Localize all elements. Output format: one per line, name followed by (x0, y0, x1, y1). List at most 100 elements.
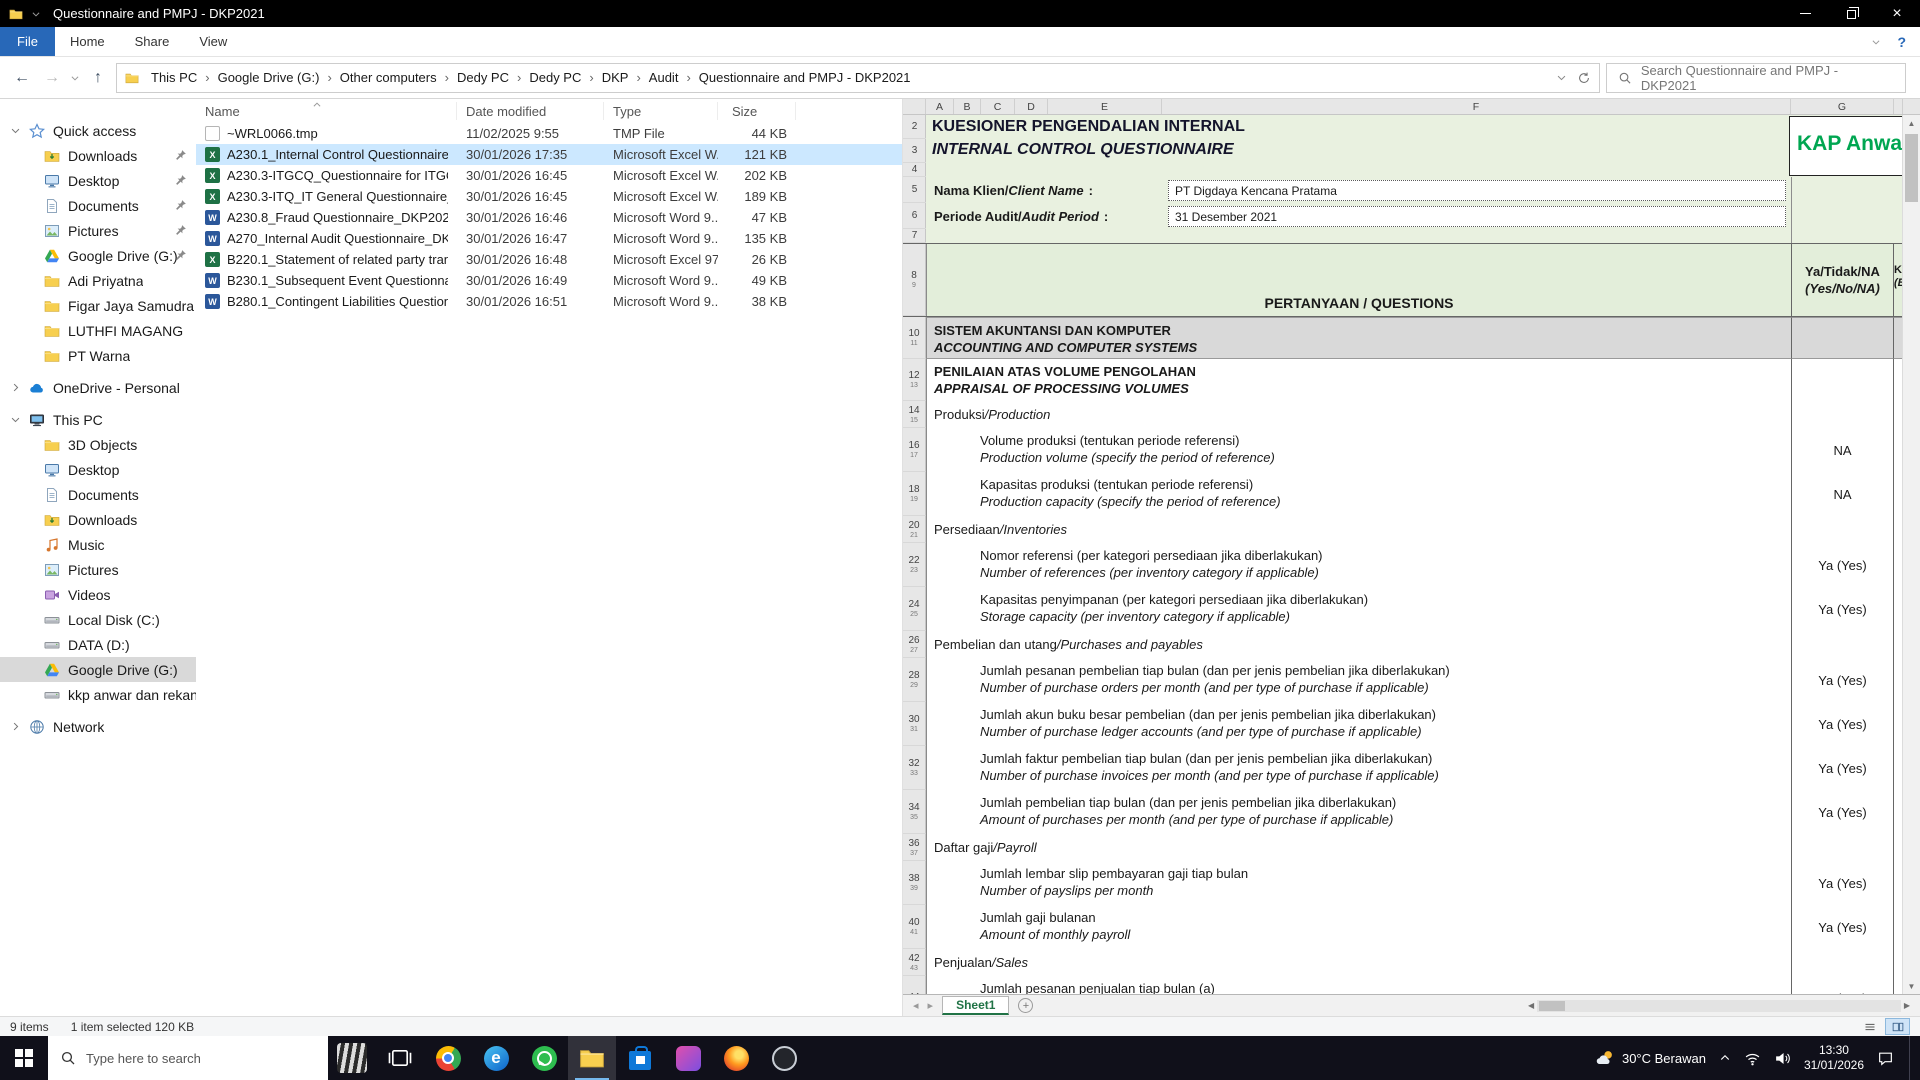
whatsapp-taskbar-button[interactable] (520, 1036, 568, 1080)
recent-locations-chevron-icon[interactable] (70, 73, 80, 83)
file-row-b230-1-subsequent-event-questionnaire[interactable]: B230.1_Subsequent Event Questionnaire_..… (196, 270, 902, 291)
sidebar-item-desktop[interactable]: Desktop (0, 168, 196, 193)
edge-taskbar-button[interactable] (472, 1036, 520, 1080)
preview-vertical-scrollbar[interactable]: ▲ ▼ (1902, 115, 1920, 994)
file-menu-button[interactable]: File (0, 27, 55, 56)
preview-view-button[interactable] (1885, 1018, 1910, 1035)
sheet-tab[interactable]: Sheet1 (942, 996, 1009, 1015)
file-row-b280-1-contingent-liabilities-questionn[interactable]: B280.1_Contingent Liabilities Questionn.… (196, 291, 902, 312)
scroll-up-arrow[interactable]: ▲ (1903, 115, 1920, 131)
ribbon-tab-home[interactable]: Home (55, 27, 120, 56)
sidebar-item-downloads[interactable]: Downloads (0, 507, 196, 532)
action-center-icon[interactable] (1877, 1050, 1894, 1067)
address-dropdown-chevron-icon[interactable] (1556, 72, 1567, 83)
scroll-left-arrow[interactable]: ◀ (1528, 1001, 1534, 1010)
quick-access-toolbar-chevron-icon[interactable] (31, 9, 41, 19)
firefox-taskbar-button[interactable] (712, 1036, 760, 1080)
taskbar-search[interactable]: Type here to search (48, 1036, 328, 1080)
sidebar-item-pt-warna[interactable]: PT Warna (0, 343, 196, 368)
sidebar-item-downloads[interactable]: Downloads (0, 143, 196, 168)
sidebar-item-music[interactable]: Music (0, 532, 196, 557)
horizontal-scroll-thumb[interactable] (1539, 1001, 1565, 1011)
ribbon-tab-view[interactable]: View (184, 27, 242, 56)
sidebar-item-figar-jaya-samudra[interactable]: Figar Jaya Samudra (0, 293, 196, 318)
minimize-button[interactable] (1782, 0, 1828, 27)
details-view-button[interactable] (1857, 1018, 1882, 1035)
forward-button[interactable]: → (40, 69, 64, 87)
restore-button[interactable] (1828, 0, 1874, 27)
column-header-name[interactable]: Name (196, 102, 457, 120)
volume-icon[interactable] (1774, 1050, 1791, 1067)
zebra-thumbnail-taskbar-button[interactable] (328, 1036, 376, 1080)
sidebar-item-luthfi-magang[interactable]: LUTHFI MAGANG (0, 318, 196, 343)
help-button[interactable]: ? (1897, 34, 1906, 50)
network-icon[interactable] (1744, 1050, 1761, 1067)
breadcrumb-item-dkp[interactable]: DKP (597, 70, 634, 85)
sidebar-item-pictures[interactable]: Pictures (0, 557, 196, 582)
file-row-a230-1-internal-control-questionnaire-d[interactable]: A230.1_Internal Control Questionnaire_D.… (196, 144, 902, 165)
breadcrumb-item-questionnaire-and-pmpj-dkp2021[interactable]: Questionnaire and PMPJ - DKP2021 (694, 70, 916, 85)
add-sheet-button[interactable]: + (1018, 998, 1033, 1013)
sidebar-item-videos[interactable]: Videos (0, 582, 196, 607)
scroll-right-arrow[interactable]: ▶ (1904, 1001, 1910, 1010)
file-row-wrl0066-tmp[interactable]: ~WRL0066.tmp11/02/2025 9:55TMP File44 KB (196, 123, 902, 144)
breadcrumb-item-other-computers[interactable]: Other computers (335, 70, 442, 85)
sidebar-section-network[interactable]: Network (0, 714, 196, 739)
microsoft-store-taskbar-button[interactable] (616, 1036, 664, 1080)
breadcrumb-item-dedy-pc[interactable]: Dedy PC (452, 70, 514, 85)
chrome-taskbar-button[interactable] (424, 1036, 472, 1080)
file-row-a230-8-fraud-questionnaire-dkp2021[interactable]: A230.8_Fraud Questionnaire_DKP202130/01/… (196, 207, 902, 228)
sidebar-item-documents[interactable]: Documents (0, 193, 196, 218)
file-explorer-taskbar-button[interactable] (568, 1036, 616, 1080)
column-header-type[interactable]: Type (604, 102, 718, 120)
breadcrumb-item-audit[interactable]: Audit (644, 70, 684, 85)
question-row: 1819Kapasitas produksi (tentukan periode… (903, 472, 1903, 516)
expand-ribbon-chevron-icon[interactable] (1871, 37, 1881, 47)
vertical-scroll-thumb[interactable] (1905, 134, 1918, 202)
sidebar-item-google-drive-g[interactable]: Google Drive (G:) (0, 657, 196, 682)
sheet-nav-right-icon[interactable]: ▸ (928, 999, 934, 1012)
task-view-taskbar-button[interactable] (376, 1036, 424, 1080)
refresh-icon[interactable] (1577, 71, 1591, 85)
horizontal-scroll-track[interactable] (1537, 1000, 1901, 1012)
sidebar-item-kkp-anwar-dan-rekan-1[interactable]: kkp anwar dan rekan (\\1 (0, 682, 196, 707)
back-button[interactable]: ← (10, 69, 34, 87)
breadcrumb-item-google-drive-g[interactable]: Google Drive (G:) (213, 70, 325, 85)
horizontal-scrollbar[interactable]: ◀ ▶ (1528, 1000, 1910, 1012)
sidebar-item-local-disk-c[interactable]: Local Disk (C:) (0, 607, 196, 632)
sidebar-item-adi-priyatna[interactable]: Adi Priyatna (0, 268, 196, 293)
sidebar-item-pictures[interactable]: Pictures (0, 218, 196, 243)
file-row-a270-internal-audit-questionnaire-dkp2[interactable]: A270_Internal Audit Questionnaire_DKP2..… (196, 228, 902, 249)
show-desktop-button[interactable] (1909, 1036, 1916, 1080)
scroll-down-arrow[interactable]: ▼ (1903, 978, 1920, 994)
breadcrumb-item-this-pc[interactable]: This PC (146, 70, 202, 85)
sidebar-section-this-pc[interactable]: This PC (0, 407, 196, 432)
file-row-a230-3-itq-it-general-questionnaire-dk[interactable]: A230.3-ITQ_IT General Questionnaire_DK..… (196, 186, 902, 207)
sidebar-item-google-drive-g[interactable]: Google Drive (G:) (0, 243, 196, 268)
explorer-search-box[interactable]: Search Questionnaire and PMPJ - DKP2021 (1606, 63, 1906, 93)
close-button[interactable]: × (1874, 0, 1920, 27)
sidebar-item-desktop[interactable]: Desktop (0, 457, 196, 482)
file-name: B230.1_Subsequent Event Questionnaire_..… (227, 273, 448, 288)
dark-app-taskbar-button[interactable] (760, 1036, 808, 1080)
start-button[interactable] (0, 1036, 48, 1080)
up-button[interactable]: ↑ (86, 69, 110, 87)
sidebar-item-documents[interactable]: Documents (0, 482, 196, 507)
sidebar-item-data-d[interactable]: DATA (D:) (0, 632, 196, 657)
breadcrumb-item-dedy-pc[interactable]: Dedy PC (524, 70, 586, 85)
sidebar-section-onedrive-personal[interactable]: OneDrive - Personal (0, 375, 196, 400)
weather-widget[interactable]: 30°C Berawan (1595, 1048, 1706, 1068)
answer-cell (1791, 317, 1894, 359)
taskbar-clock[interactable]: 13:30 31/01/2026 (1804, 1043, 1864, 1073)
file-row-b220-1-statement-of-related-party-transac[interactable]: B220.1_Statement of related party transa… (196, 249, 902, 270)
file-row-a230-3-itgcq-questionnaire-for-itgc-dk[interactable]: A230.3-ITGCQ_Questionnaire for ITGC_DK..… (196, 165, 902, 186)
ribbon-tab-share[interactable]: Share (120, 27, 185, 56)
column-header-date-modified[interactable]: Date modified (457, 102, 604, 120)
sidebar-item-3d-objects[interactable]: 3D Objects (0, 432, 196, 457)
column-header-size[interactable]: Size (718, 102, 796, 120)
sheet-nav-left-icon[interactable]: ◂ (913, 999, 919, 1012)
address-bar[interactable]: This PC›Google Drive (G:)›Other computer… (116, 63, 1600, 93)
media-app-taskbar-button[interactable] (664, 1036, 712, 1080)
hidden-icons-chevron-icon[interactable] (1719, 1052, 1731, 1064)
sidebar-section-quick-access[interactable]: Quick access (0, 118, 196, 143)
